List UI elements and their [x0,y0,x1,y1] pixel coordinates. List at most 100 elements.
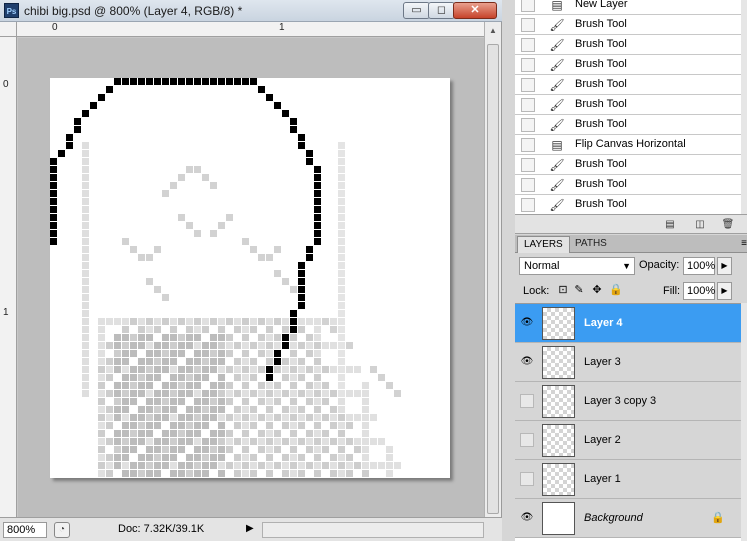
history-scrollbar[interactable] [741,0,747,214]
fill-field[interactable]: 100% [683,282,715,300]
image-canvas[interactable] [50,78,450,478]
history-item[interactable]: 🖌 Brush Tool [515,15,741,35]
visibility-toggle[interactable] [520,433,534,447]
eye-icon[interactable]: 👁 [520,316,534,330]
canvas-workspace[interactable] [18,38,484,517]
new-document-from-state-icon[interactable]: ▤ [663,218,677,231]
zoom-level-field[interactable]: 800% [3,522,47,538]
scroll-thumb[interactable] [487,44,499,514]
history-item[interactable]: 🖌 Brush Tool [515,175,741,195]
new-snapshot-icon[interactable]: ◫ [693,218,707,231]
layer-thumbnail[interactable] [542,385,575,418]
visibility-toggle[interactable] [520,394,534,408]
maximize-button[interactable]: ◻ [428,2,455,19]
eye-icon[interactable]: 👁 [520,355,534,369]
history-item-label: Brush Tool [575,98,627,110]
lock-position-icon[interactable]: ✥ [591,284,603,296]
document-title-bar[interactable]: Ps chibi big.psd @ 800% (Layer 4, RGB/8)… [0,0,502,22]
history-source-checkbox[interactable] [521,158,535,172]
status-menu-arrow-icon[interactable]: ▶ [246,523,254,534]
layer-row[interactable]: Layer 3 copy 3 [515,382,741,421]
history-item-label: Brush Tool [575,18,627,30]
blend-mode-select[interactable]: Normal ▼ [519,257,635,275]
trash-icon[interactable]: 🗑 [721,218,735,231]
layer-row[interactable]: Layer 2 [515,421,741,460]
status-info-icon[interactable]: ◔ [54,522,70,538]
history-source-checkbox[interactable] [521,0,535,12]
layer-row[interactable]: 👁 Background 🔒 [515,499,741,538]
opacity-field[interactable]: 100% [683,257,715,275]
ruler-label: 1 [279,22,285,33]
layer-thumbnail[interactable] [542,502,575,535]
brush-icon: 🖌 [549,98,565,112]
history-item[interactable]: ▤ New Layer [515,0,741,15]
tab-layers[interactable]: LAYERS [517,236,570,253]
lock-image-pixels-icon[interactable]: ✎ [573,284,585,296]
layer-row[interactable]: 👁 Layer 4 [515,304,741,343]
history-source-checkbox[interactable] [521,18,535,32]
layer-name[interactable]: Layer 4 [584,317,623,329]
history-panel: ▤ New Layer 🖌 Brush Tool 🖌 Brush Tool 🖌 Brush T… [515,0,741,215]
ruler-label: 0 [52,22,58,33]
brush-icon: 🖌 [549,78,565,92]
opacity-label: Opacity: [639,259,680,271]
layer-thumbnail[interactable] [542,424,575,457]
layers-panel: LAYERS PATHS ≡ Normal ▼ Opacity: 100% ▶ … [515,235,747,541]
layer-name[interactable]: Layer 1 [584,473,621,485]
layer-name[interactable]: Layer 3 copy 3 [584,395,656,407]
history-footer: ▤ ◫ 🗑 [515,214,747,234]
history-source-checkbox[interactable] [521,178,535,192]
history-source-checkbox[interactable] [521,138,535,152]
history-source-checkbox[interactable] [521,78,535,92]
document-icon: ▤ [551,138,563,152]
history-item[interactable]: 🖌 Brush Tool [515,155,741,175]
vertical-ruler[interactable]: 0 1 [0,37,17,517]
brush-icon: 🖌 [549,158,565,172]
layer-thumbnail[interactable] [542,346,575,379]
horizontal-scrollbar[interactable] [262,522,484,538]
history-source-checkbox[interactable] [521,58,535,72]
lock-transparent-pixels-icon[interactable]: ⊡ [557,284,569,296]
minimize-button[interactable]: ▭ [403,2,430,19]
right-panel-dock: ▤ New Layer 🖌 Brush Tool 🖌 Brush Tool 🖌 Brush T… [515,0,747,541]
history-item[interactable]: 🖌 Brush Tool [515,55,741,75]
layer-row[interactable]: 👁 Layer 3 [515,343,741,382]
scroll-up-icon[interactable]: ▲ [488,26,498,36]
document-size-info: Doc: 7.32K/39.1K [118,523,205,535]
close-icon: ✕ [470,4,480,16]
history-item[interactable]: ▤ Flip Canvas Horizontal [515,135,741,155]
layer-row[interactable]: Layer 1 [515,460,741,499]
history-item[interactable]: 🖌 Brush Tool [515,35,741,55]
history-item[interactable]: 🖌 Brush Tool [515,95,741,115]
lock-all-icon[interactable]: 🔒 [609,284,623,296]
panel-menu-icon[interactable]: ≡ [741,238,747,249]
layer-name[interactable]: Layer 2 [584,434,621,446]
layer-name[interactable]: Layer 3 [584,356,621,368]
opacity-slider-button[interactable]: ▶ [717,257,732,275]
history-item[interactable]: 🖌 Brush Tool [515,75,741,95]
tab-paths[interactable]: PATHS [569,236,613,253]
history-source-checkbox[interactable] [521,38,535,52]
history-source-checkbox[interactable] [521,118,535,132]
history-item-label: Brush Tool [575,78,627,90]
maximize-icon: ◻ [436,4,447,16]
fill-slider-button[interactable]: ▶ [717,282,732,300]
history-source-checkbox[interactable] [521,98,535,112]
history-item[interactable]: 🖌 Brush Tool [515,195,741,215]
ruler-origin[interactable] [0,22,17,37]
visibility-toggle[interactable] [520,472,534,486]
layers-scrollbar[interactable] [741,303,747,541]
history-item[interactable]: 🖌 Brush Tool [515,115,741,135]
horizontal-ruler[interactable]: 0 1 [17,22,484,37]
layer-thumbnail[interactable] [542,463,575,496]
vertical-scrollbar[interactable]: ▲ [484,22,501,517]
eye-icon[interactable]: 👁 [520,511,534,525]
status-bar: 800% ◔ Doc: 7.32K/39.1K ▶ [0,517,502,541]
history-source-checkbox[interactable] [521,198,535,212]
layer-name[interactable]: Background [584,512,643,524]
layer-thumbnail[interactable] [542,307,575,340]
brush-icon: 🖌 [549,198,565,212]
history-item-label: Brush Tool [575,158,627,170]
close-button[interactable]: ✕ [453,2,497,19]
chevron-down-icon: ▼ [622,261,631,271]
